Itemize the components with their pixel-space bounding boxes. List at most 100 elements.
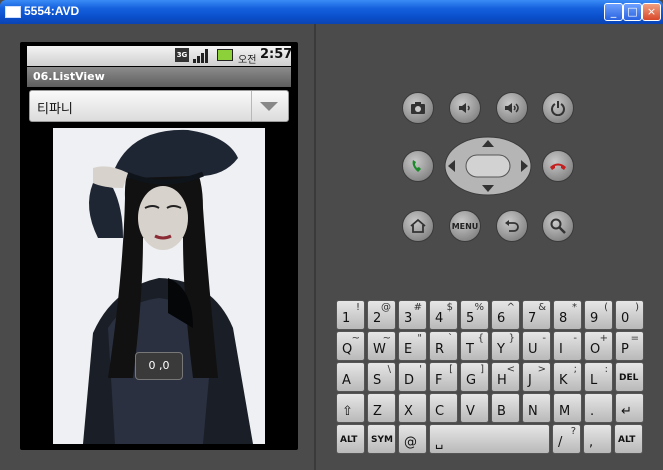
close-button[interactable]: × xyxy=(642,3,661,21)
key-4-1[interactable]: SYM xyxy=(367,424,396,454)
key-main-label: . xyxy=(590,404,595,419)
key-0-5[interactable]: 6 ^ xyxy=(491,300,520,330)
key-1-5[interactable]: Y} xyxy=(491,331,520,361)
key-main-label: 7 xyxy=(528,311,537,326)
key-2-7[interactable]: K; xyxy=(553,362,582,392)
key-3-1[interactable]: Z xyxy=(367,393,396,423)
key-4-2[interactable]: @ xyxy=(398,424,427,454)
key-2-9[interactable]: DEL xyxy=(615,362,644,392)
key-0-6[interactable]: 7 & xyxy=(522,300,551,330)
key-0-2[interactable]: 3 # xyxy=(398,300,427,330)
key-shift-label: = xyxy=(630,333,639,344)
key-main-label: N xyxy=(528,404,538,419)
key-main-label: ↵ xyxy=(621,404,632,419)
key-shift-label: < xyxy=(506,364,515,375)
key-main-label: 9 xyxy=(590,311,599,326)
key-0-4[interactable]: 5% xyxy=(460,300,489,330)
key-1-2[interactable]: E " xyxy=(398,331,427,361)
menu-button[interactable]: MENU xyxy=(449,210,481,242)
key-3-2[interactable]: X xyxy=(398,393,427,423)
key-main-label: SYM xyxy=(371,435,393,445)
call-button[interactable] xyxy=(402,150,434,182)
key-main-label: C xyxy=(435,404,445,419)
key-main-label: J xyxy=(528,373,532,388)
volume-up-button[interactable] xyxy=(496,92,528,124)
key-1-7[interactable]: I- xyxy=(553,331,582,361)
app-title: 06.ListView xyxy=(33,70,105,83)
key-1-4[interactable]: T{ xyxy=(460,331,489,361)
key-2-4[interactable]: G] xyxy=(460,362,489,392)
key-4-3[interactable]: ␣ xyxy=(429,424,550,454)
camera-button[interactable] xyxy=(402,92,434,124)
spinner-divider xyxy=(251,91,252,121)
key-0-1[interactable]: 2 @ xyxy=(367,300,396,330)
key-1-3[interactable]: R ` xyxy=(429,331,458,361)
key-4-5[interactable]: , xyxy=(583,424,612,454)
camera-icon xyxy=(411,102,425,114)
key-0-7[interactable]: 8 * xyxy=(553,300,582,330)
key-shift-label: ? xyxy=(570,426,576,437)
key-3-6[interactable]: N xyxy=(522,393,551,423)
key-shift-label: ~ xyxy=(382,333,391,344)
key-0-3[interactable]: 4 $ xyxy=(429,300,458,330)
key-shift-label: ' xyxy=(419,364,422,375)
minimize-button[interactable]: _ xyxy=(604,3,623,21)
key-main-label: @ xyxy=(404,435,417,450)
key-shift-label: ) xyxy=(635,302,639,313)
maximize-button[interactable]: □ xyxy=(623,3,642,21)
key-3-3[interactable]: C xyxy=(429,393,458,423)
key-shift-label: & xyxy=(538,302,546,313)
key-main-label: U xyxy=(528,342,538,357)
key-1-8[interactable]: O + xyxy=(584,331,613,361)
back-button[interactable] xyxy=(496,210,528,242)
key-0-0[interactable]: 1! xyxy=(336,300,365,330)
key-2-2[interactable]: D ' xyxy=(398,362,427,392)
key-main-label: X xyxy=(404,404,413,419)
key-3-8[interactable]: . xyxy=(584,393,613,423)
volume-down-button[interactable] xyxy=(449,92,481,124)
key-3-5[interactable]: B xyxy=(491,393,520,423)
key-2-6[interactable]: J > xyxy=(522,362,551,392)
key-1-9[interactable]: P = xyxy=(615,331,644,361)
network-icon: 3G xyxy=(175,48,189,62)
name-spinner[interactable]: 티파니 xyxy=(29,90,289,122)
search-button[interactable] xyxy=(542,210,574,242)
key-2-1[interactable]: S \ xyxy=(367,362,396,392)
title-bar: 5554:AVD _ □ × xyxy=(0,0,663,24)
key-1-1[interactable]: W ~ xyxy=(367,331,396,361)
key-4-6[interactable]: ALT xyxy=(614,424,643,454)
home-button[interactable] xyxy=(402,210,434,242)
status-ampm: 오전 xyxy=(238,55,257,66)
key-shift-label: @ xyxy=(381,302,391,313)
window-title: 5554:AVD xyxy=(24,4,80,18)
key-main-label: ALT xyxy=(340,435,358,445)
key-0-9[interactable]: 0) xyxy=(615,300,644,330)
power-button[interactable] xyxy=(542,92,574,124)
key-shift-label: ^ xyxy=(506,302,515,313)
key-2-5[interactable]: H < xyxy=(491,362,520,392)
key-main-label: Z xyxy=(373,404,382,419)
dpad-icon xyxy=(444,136,532,196)
key-2-0[interactable]: A xyxy=(336,362,365,392)
dropdown-arrow-icon xyxy=(260,102,278,111)
key-main-label: F xyxy=(435,373,443,388)
key-4-0[interactable]: ALT xyxy=(336,424,365,454)
battery-icon xyxy=(217,49,233,61)
key-main-label: E xyxy=(404,342,413,357)
key-main-label: O xyxy=(590,342,601,357)
key-main-label: T xyxy=(466,342,474,357)
key-0-8[interactable]: 9( xyxy=(584,300,613,330)
key-2-8[interactable]: L: xyxy=(584,362,613,392)
key-3-9[interactable]: ↵ xyxy=(615,393,644,423)
key-1-0[interactable]: Q ~ xyxy=(336,331,365,361)
key-main-label: M xyxy=(559,404,571,419)
key-2-3[interactable]: F[ xyxy=(429,362,458,392)
key-3-0[interactable]: ⇧ xyxy=(336,393,365,423)
dpad[interactable] xyxy=(444,136,532,196)
key-3-7[interactable]: M xyxy=(553,393,582,423)
end-call-button[interactable] xyxy=(542,150,574,182)
key-3-4[interactable]: V xyxy=(460,393,489,423)
key-4-4[interactable]: /? xyxy=(552,424,581,454)
key-shift-label: - xyxy=(573,333,577,344)
key-1-6[interactable]: U- xyxy=(522,331,551,361)
